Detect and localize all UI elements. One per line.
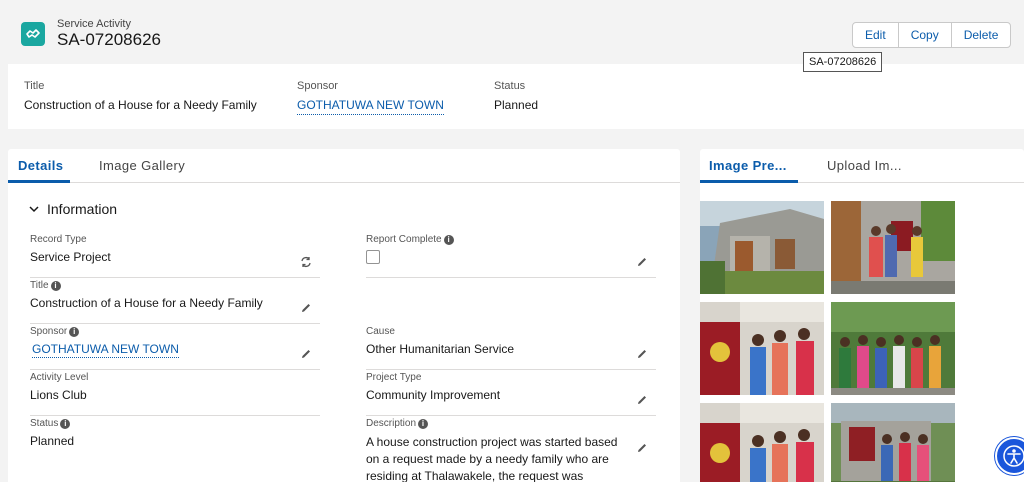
activity-level-value: Lions Club [30, 388, 87, 402]
info-icon[interactable]: i [50, 280, 61, 291]
handshake-icon [21, 22, 45, 46]
description-value: A house construction project was started… [366, 435, 618, 482]
activity-level-label: Activity Level [30, 372, 89, 383]
field-description: Description i A house construction projec… [366, 418, 656, 482]
gallery-image[interactable] [831, 201, 955, 294]
gallery-image[interactable] [831, 302, 955, 395]
accessibility-icon [1003, 445, 1024, 467]
project-type-label: Project Type [366, 372, 422, 383]
sponsor-label: Sponsor [30, 326, 68, 337]
field-activity-level: Activity Level Lions Club [30, 372, 320, 416]
cause-label: Cause [366, 326, 395, 337]
record-name: SA-07208626 [57, 30, 161, 49]
field-project-type: Project Type Community Improvement [366, 372, 656, 416]
record-type-label: Record Type [30, 234, 87, 245]
title-label: Title [30, 280, 49, 291]
highlight-status-value: Planned [494, 98, 539, 112]
record-name-tooltip: SA-07208626 [803, 52, 883, 72]
field-record-type: Record Type Service Project [30, 234, 320, 278]
description-label: Description [366, 418, 417, 429]
object-type-label: Service Activity [57, 18, 131, 30]
pencil-icon[interactable] [300, 302, 312, 314]
section-title: Information [47, 201, 118, 217]
pencil-icon[interactable] [636, 394, 648, 406]
field-cause: Cause Other Humanitarian Service [366, 326, 656, 370]
details-tabs: Details Image Gallery [8, 149, 680, 183]
pencil-icon[interactable] [300, 348, 312, 360]
report-complete-checkbox[interactable] [366, 250, 380, 264]
action-button-group: Edit Copy Delete [852, 22, 1012, 48]
details-card: Details Image Gallery Information Record… [8, 149, 680, 482]
highlight-sponsor: Sponsor GOTHATUWA NEW TOWN [297, 80, 444, 115]
active-tab-indicator [700, 180, 798, 183]
highlight-sponsor-label: Sponsor [297, 80, 338, 92]
tab-details[interactable]: Details [18, 158, 63, 173]
gallery-image[interactable] [831, 403, 955, 482]
highlight-sponsor-link[interactable]: GOTHATUWA NEW TOWN [297, 98, 444, 115]
information-section-toggle[interactable]: Information [29, 201, 117, 217]
gallery-image[interactable] [700, 201, 824, 294]
chevron-down-icon [29, 206, 39, 213]
field-title: Title i Construction of a House for a Nee… [30, 280, 320, 324]
delete-button[interactable]: Delete [952, 23, 1011, 47]
change-record-type-icon[interactable] [300, 256, 312, 268]
active-tab-indicator [8, 180, 70, 183]
edit-button[interactable]: Edit [853, 23, 899, 47]
tab-upload-images[interactable]: Upload Im... [827, 158, 902, 173]
sponsor-link[interactable]: GOTHATUWA NEW TOWN [32, 342, 179, 358]
report-complete-label: Report Complete [366, 234, 442, 245]
tab-image-gallery[interactable]: Image Gallery [99, 158, 185, 173]
cause-value: Other Humanitarian Service [366, 342, 515, 356]
project-type-value: Community Improvement [366, 388, 501, 402]
pencil-icon[interactable] [636, 442, 648, 454]
image-tabs: Image Pre... Upload Im... [700, 149, 1024, 183]
highlight-title: Title Construction of a House for a Need… [24, 80, 257, 112]
pencil-icon[interactable] [636, 348, 648, 360]
field-status: Status i Planned [30, 418, 320, 462]
title-value: Construction of a House for a Needy Fami… [30, 296, 263, 310]
highlights-panel: Title Construction of a House for a Need… [8, 64, 1024, 129]
gallery-image[interactable] [700, 302, 824, 395]
field-report-complete: Report Complete i [366, 234, 656, 278]
tab-image-preview[interactable]: Image Pre... [709, 158, 787, 173]
field-sponsor: Sponsor i GOTHATUWA NEW TOWN [30, 326, 320, 370]
info-icon[interactable]: i [69, 326, 80, 337]
copy-button[interactable]: Copy [899, 23, 952, 47]
highlight-status-label: Status [494, 80, 526, 92]
pencil-icon[interactable] [636, 256, 648, 268]
highlight-status: Status Planned [494, 80, 538, 112]
highlight-title-value: Construction of a House for a Needy Fami… [24, 98, 257, 112]
gallery-image[interactable] [700, 403, 824, 482]
highlight-title-label: Title [24, 80, 45, 92]
status-label: Status [30, 418, 59, 429]
record-type-value: Service Project [30, 250, 111, 264]
info-icon[interactable]: i [60, 418, 71, 429]
info-icon[interactable]: i [443, 234, 454, 245]
status-value: Planned [30, 434, 75, 448]
image-preview-card: Image Pre... Upload Im... [700, 149, 1024, 482]
info-icon[interactable]: i [418, 418, 429, 429]
